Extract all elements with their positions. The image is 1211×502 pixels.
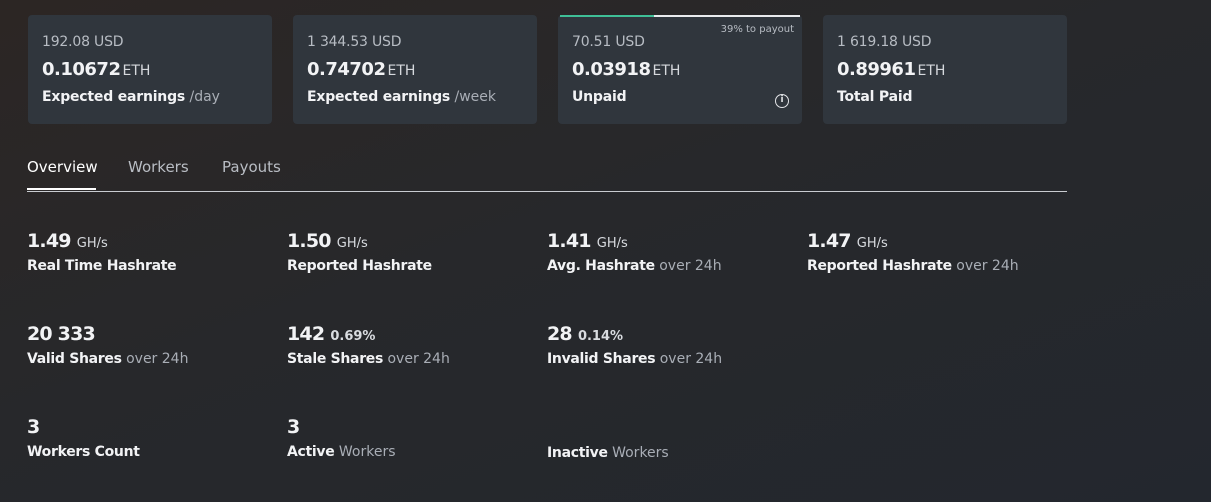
card-usd: 1 344.53 USD bbox=[307, 34, 402, 50]
active-tab-indicator bbox=[27, 188, 96, 190]
card-label: Expected earnings /week bbox=[307, 89, 496, 105]
stat-inactive-workers: Inactive Workers bbox=[547, 445, 669, 461]
payout-progress-fill bbox=[560, 15, 654, 17]
stat-active-workers: 3 Active Workers bbox=[287, 416, 396, 460]
stat-realtime-hashrate: 1.49 GH/s Real Time Hashrate bbox=[27, 230, 177, 274]
card-eth: 0.89961 ETH bbox=[837, 59, 946, 80]
total-paid-card: 1 619.18 USD 0.89961 ETH Total Paid bbox=[823, 15, 1067, 124]
tab-workers[interactable]: Workers bbox=[128, 158, 189, 176]
card-eth: 0.03918 ETH bbox=[572, 59, 681, 80]
card-usd: 192.08 USD bbox=[42, 34, 124, 50]
stat-reported-hashrate-24h: 1.47 GH/s Reported Hashrate over 24h bbox=[807, 230, 1019, 274]
card-eth: 0.74702 ETH bbox=[307, 59, 416, 80]
stat-stale-shares: 142 0.69% Stale Shares over 24h bbox=[287, 323, 450, 367]
tab-payouts[interactable]: Payouts bbox=[222, 158, 281, 176]
card-label: Total Paid bbox=[837, 89, 913, 105]
card-label: Expected earnings /day bbox=[42, 89, 220, 105]
unpaid-card: 39% to payout 70.51 USD 0.03918 ETH Unpai… bbox=[558, 15, 802, 124]
card-usd: 1 619.18 USD bbox=[837, 34, 932, 50]
stat-workers-count: 3 Workers Count bbox=[27, 416, 140, 460]
card-eth: 0.10672 ETH bbox=[42, 59, 151, 80]
tab-overview[interactable]: Overview bbox=[27, 158, 98, 176]
expected-week-card: 1 344.53 USD 0.74702 ETH Expected earning… bbox=[293, 15, 537, 124]
stat-reported-hashrate: 1.50 GH/s Reported Hashrate bbox=[287, 230, 432, 274]
earnings-cards: 192.08 USD 0.10672 ETH Expected earnings … bbox=[28, 15, 1067, 124]
stat-avg-hashrate: 1.41 GH/s Avg. Hashrate over 24h bbox=[547, 230, 722, 274]
stat-invalid-shares: 28 0.14% Invalid Shares over 24h bbox=[547, 323, 723, 367]
info-icon[interactable]: i bbox=[775, 94, 789, 108]
card-label: Unpaid bbox=[572, 89, 627, 105]
expected-day-card: 192.08 USD 0.10672 ETH Expected earnings … bbox=[28, 15, 272, 124]
stat-valid-shares: 20 333 Valid Shares over 24h bbox=[27, 323, 189, 367]
payout-progress-bar bbox=[560, 15, 800, 17]
payout-note: 39% to payout bbox=[720, 24, 794, 35]
tab-bar: Overview Workers Payouts bbox=[27, 156, 1067, 192]
card-usd: 70.51 USD bbox=[572, 34, 645, 50]
